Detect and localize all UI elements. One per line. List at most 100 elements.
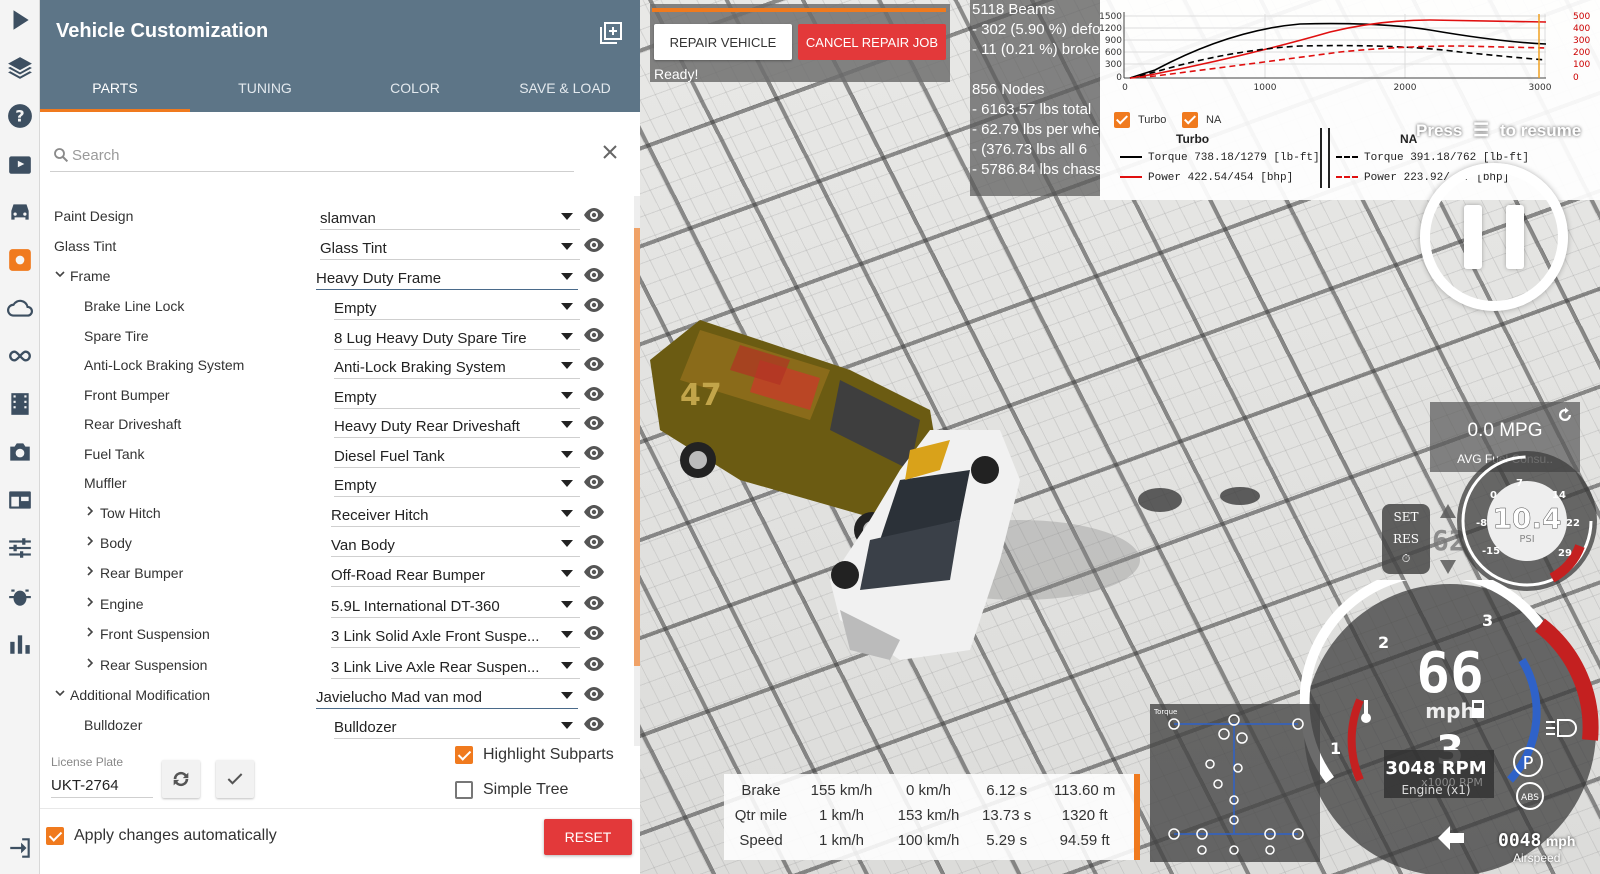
eye-icon[interactable] [583,534,605,550]
part-row[interactable]: Fuel Tank Diesel Fuel Tank [40,438,626,468]
part-select[interactable]: Off-Road Rear Bumper [331,559,580,587]
part-select[interactable]: Javielucho Mad van mod [316,681,578,709]
repair-vehicle-button[interactable]: REPAIR VEHICLE [654,24,792,60]
dropdown-caret-icon[interactable] [561,451,573,458]
part-select[interactable]: Empty [334,469,580,497]
infinity-icon[interactable] [4,340,36,372]
cancel-repair-button[interactable]: CANCEL REPAIR JOB [798,24,946,60]
ui-apps-icon[interactable] [4,484,36,516]
eye-icon[interactable] [583,716,605,732]
reset-button[interactable]: RESET [544,819,632,855]
part-select[interactable]: Empty [334,381,580,409]
close-icon[interactable] [600,142,620,162]
cruise-res-button[interactable]: RES [1382,532,1430,546]
chevron-right-icon[interactable] [84,626,96,641]
eye-icon[interactable] [583,267,605,283]
part-row[interactable]: Rear Suspension 3 Link Live Axle Rear Sus… [40,649,626,679]
highlight-subparts-toggle[interactable]: Highlight Subparts [455,746,614,764]
part-select[interactable]: slamvan [320,202,580,230]
highlight-subparts-checkbox[interactable] [455,746,473,764]
apply-plate-button[interactable] [216,760,254,798]
eye-icon[interactable] [583,474,605,490]
part-select[interactable]: Van Body [331,529,580,557]
dropdown-caret-icon[interactable] [561,692,573,699]
part-row[interactable]: Rear Driveshaft Heavy Duty Rear Driveshaf… [40,408,626,438]
eye-icon[interactable] [583,595,605,611]
dropdown-caret-icon[interactable] [561,722,573,729]
help-icon[interactable]: ? [4,100,36,132]
part-row[interactable]: Front Suspension 3 Link Solid Axle Front … [40,618,626,648]
parts-scrollbar-thumb[interactable] [634,228,640,666]
pause-icon[interactable] [1420,163,1568,311]
reset-icon[interactable] [1556,406,1574,424]
dropdown-caret-icon[interactable] [561,213,573,220]
camera-icon[interactable] [4,436,36,468]
dropdown-caret-icon[interactable] [561,662,573,669]
exit-icon[interactable] [4,832,36,864]
part-row[interactable]: Frame Heavy Duty Frame [40,260,626,290]
chevron-right-icon[interactable] [84,505,96,520]
part-select[interactable]: Empty [334,292,580,320]
eye-icon[interactable] [583,686,605,702]
eye-icon[interactable] [583,237,605,253]
chevron-right-icon[interactable] [84,596,96,611]
part-select[interactable]: 8 Lug Heavy Duty Spare Tire [334,322,580,350]
simple-tree-checkbox[interactable] [455,781,473,799]
dropdown-caret-icon[interactable] [561,510,573,517]
vehicle-select-icon[interactable] [4,196,36,228]
eye-icon[interactable] [583,386,605,402]
part-row[interactable]: Bulldozer Bulldozer [40,709,626,739]
part-row[interactable]: Glass Tint Glass Tint [40,230,626,260]
tab-save-load[interactable]: SAVE & LOAD [490,70,640,112]
part-select[interactable]: Glass Tint [320,232,580,260]
part-row[interactable]: Front Bumper Empty [40,379,626,409]
part-select[interactable]: Heavy Duty Rear Driveshaft [334,410,580,438]
dropdown-caret-icon[interactable] [561,601,573,608]
turbo-toggle[interactable]: Turbo [1114,112,1166,128]
eye-icon[interactable] [583,504,605,520]
simple-tree-toggle[interactable]: Simple Tree [455,781,568,799]
part-row[interactable]: Muffler Empty [40,467,626,497]
film-icon[interactable] [4,388,36,420]
chevron-right-icon[interactable] [84,657,96,672]
apply-auto-toggle[interactable]: Apply changes automatically [46,827,277,845]
vehicle-config-icon[interactable] [4,244,36,276]
part-select[interactable]: Bulldozer [334,711,580,739]
part-row[interactable]: Anti-Lock Braking System Anti-Lock Brakin… [40,349,626,379]
license-plate-input[interactable]: UKT-2764 [51,774,153,798]
stats-chart-icon[interactable] [4,628,36,660]
dropdown-caret-icon[interactable] [561,392,573,399]
apply-auto-checkbox[interactable] [46,827,64,845]
chevron-right-icon[interactable] [84,565,96,580]
eye-icon[interactable] [583,327,605,343]
chevron-down-icon[interactable] [54,268,66,283]
options-sliders-icon[interactable] [4,532,36,564]
part-row[interactable]: Brake Line Lock Empty [40,290,626,320]
dropdown-caret-icon[interactable] [561,480,573,487]
part-select[interactable]: 3 Link Solid Axle Front Suspe... [331,620,580,648]
chevron-down-icon[interactable] [54,687,66,702]
turbo-checkbox[interactable] [1114,112,1130,128]
part-select[interactable]: Anti-Lock Braking System [334,351,580,379]
part-row[interactable]: Tow Hitch Receiver Hitch [40,497,626,527]
add-window-icon[interactable] [600,22,622,44]
eye-icon[interactable] [583,625,605,641]
na-checkbox[interactable] [1182,112,1198,128]
dropdown-caret-icon[interactable] [561,540,573,547]
part-row[interactable]: Spare Tire 8 Lug Heavy Duty Spare Tire [40,320,626,350]
dropdown-caret-icon[interactable] [561,570,573,577]
part-select[interactable]: Heavy Duty Frame [316,262,578,290]
dropdown-caret-icon[interactable] [561,362,573,369]
part-select[interactable]: Diesel Fuel Tank [334,440,580,468]
part-row[interactable]: Paint Design slamvan [40,200,626,230]
cloud-icon[interactable] [4,292,36,324]
part-row[interactable]: Additional Modification Javielucho Mad va… [40,679,626,709]
cruise-set-button[interactable]: SET [1382,510,1430,524]
tab-tuning[interactable]: TUNING [190,70,340,112]
chevron-right-icon[interactable] [84,535,96,550]
dropdown-caret-icon[interactable] [561,333,573,340]
part-select[interactable]: Receiver Hitch [331,499,580,527]
eye-icon[interactable] [583,356,605,372]
tab-parts[interactable]: PARTS [40,70,190,112]
part-select[interactable]: 5.9L International DT-360 [331,590,580,618]
